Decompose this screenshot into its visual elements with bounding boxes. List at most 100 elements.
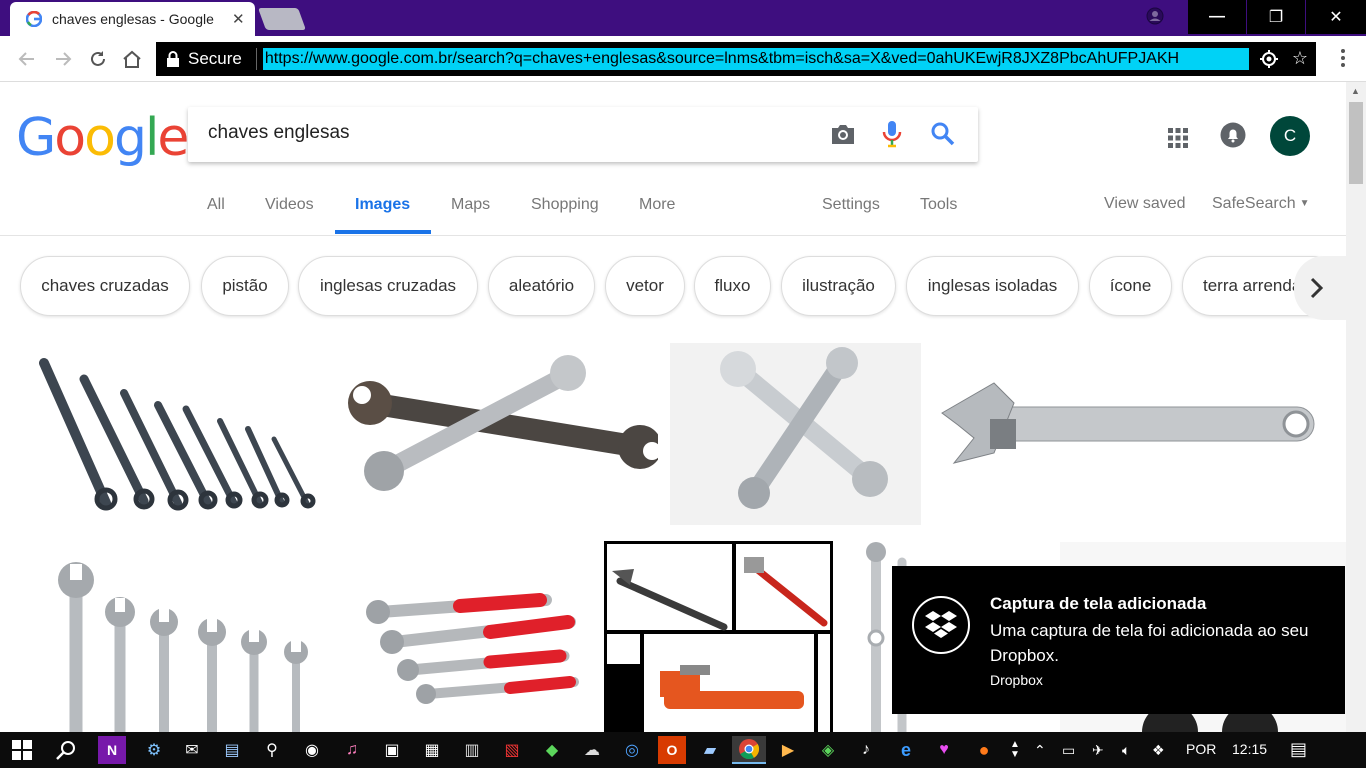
reload-button[interactable] bbox=[87, 48, 109, 70]
stack-app-icon[interactable]: ◆ bbox=[538, 736, 566, 764]
mail-icon[interactable]: ✉ bbox=[178, 736, 206, 764]
scroll-up-icon[interactable]: ▲ bbox=[1351, 86, 1360, 96]
minimize-button[interactable]: — bbox=[1188, 0, 1246, 34]
back-button[interactable] bbox=[16, 48, 38, 70]
battery-icon[interactable]: ▭ bbox=[1062, 742, 1075, 759]
layers-app-icon[interactable]: ◈ bbox=[814, 736, 842, 764]
microphone-icon[interactable] bbox=[882, 120, 902, 148]
home-button[interactable] bbox=[121, 48, 143, 70]
dropbox-tray-icon[interactable]: ❖ bbox=[1152, 742, 1165, 759]
chip[interactable]: fluxo bbox=[694, 256, 771, 316]
archive-app-icon[interactable]: ▥ bbox=[458, 736, 486, 764]
chip[interactable]: vetor bbox=[605, 256, 685, 316]
browser-titlebar: chaves englesas - Google ✕ — ❐ ✕ bbox=[0, 0, 1366, 36]
chip[interactable]: inglesas cruzadas bbox=[298, 256, 478, 316]
address-bar[interactable]: Secure https://www.google.com.br/search?… bbox=[156, 42, 1316, 76]
tab-shopping[interactable]: Shopping bbox=[531, 196, 599, 214]
chip[interactable]: ícone bbox=[1089, 256, 1172, 316]
taskbar-search-button[interactable] bbox=[52, 736, 80, 764]
forward-button[interactable] bbox=[52, 48, 74, 70]
tray-expand-icon[interactable]: ⌃ bbox=[1034, 742, 1046, 759]
tab-tools[interactable]: Tools bbox=[920, 196, 957, 214]
start-button[interactable] bbox=[8, 736, 36, 764]
url-text[interactable]: https://www.google.com.br/search?q=chave… bbox=[262, 48, 1249, 70]
new-tab-button[interactable] bbox=[257, 8, 307, 30]
logo-letter: o bbox=[84, 108, 116, 168]
tab-maps[interactable]: Maps bbox=[451, 196, 490, 214]
chip[interactable]: inglesas isoladas bbox=[906, 256, 1079, 316]
browser-menu-icon[interactable] bbox=[1340, 48, 1346, 68]
related-searches-bar: chaves cruzadas pistão inglesas cruzadas… bbox=[0, 236, 1346, 336]
image-result[interactable] bbox=[20, 343, 326, 525]
paint-app-icon[interactable]: ♥ bbox=[930, 736, 958, 764]
notifications-bell-icon[interactable] bbox=[1220, 122, 1246, 148]
action-center-icon[interactable]: ▤ bbox=[1290, 739, 1307, 760]
office-icon[interactable]: O bbox=[658, 736, 686, 764]
tab-images[interactable]: Images bbox=[355, 196, 410, 214]
google-apps-grid-icon[interactable] bbox=[1168, 128, 1188, 148]
pdf-app-icon[interactable]: ▧ bbox=[498, 736, 526, 764]
scrollbar-thumb[interactable] bbox=[1349, 102, 1363, 184]
dropbox-notification[interactable]: Captura de tela adicionada Uma captura d… bbox=[892, 566, 1345, 714]
search-icon[interactable] bbox=[930, 121, 956, 147]
onenote-icon[interactable]: N bbox=[98, 736, 126, 764]
bookmark-star-icon[interactable]: ☆ bbox=[1292, 48, 1308, 69]
cloud-app-icon[interactable]: ☁ bbox=[578, 736, 606, 764]
page-scrollbar[interactable]: ▲ bbox=[1346, 82, 1366, 732]
image-result[interactable] bbox=[670, 343, 921, 525]
airplane-mode-icon[interactable]: ✈ bbox=[1092, 742, 1104, 759]
image-result[interactable] bbox=[340, 343, 658, 525]
input-language[interactable]: POR bbox=[1186, 741, 1216, 757]
reload-icon bbox=[91, 51, 105, 66]
safesearch-dropdown[interactable]: SafeSearch ▼ bbox=[1212, 195, 1310, 213]
music-app-icon[interactable]: ♫ bbox=[338, 736, 366, 764]
tab-all[interactable]: All bbox=[207, 196, 225, 214]
photos-icon[interactable]: ▣ bbox=[378, 736, 406, 764]
account-avatar[interactable]: C bbox=[1270, 116, 1310, 156]
chip[interactable]: pistão bbox=[201, 256, 289, 316]
logo-letter: o bbox=[54, 108, 86, 168]
browser-profile-icon[interactable] bbox=[1146, 7, 1164, 25]
camera-icon[interactable] bbox=[830, 123, 856, 145]
chip[interactable]: chaves cruzadas bbox=[20, 256, 190, 316]
active-tab-indicator bbox=[335, 230, 431, 234]
chip[interactable]: ilustração bbox=[781, 256, 896, 316]
tab-close-icon[interactable]: ✕ bbox=[232, 10, 245, 28]
audio-app-icon[interactable]: ♪ bbox=[852, 736, 880, 764]
image-result[interactable] bbox=[934, 343, 1326, 525]
sync-app-icon[interactable]: ◎ bbox=[618, 736, 646, 764]
google-logo[interactable]: Google bbox=[16, 108, 189, 168]
document-app-icon[interactable]: ▤ bbox=[218, 736, 246, 764]
search-box[interactable]: chaves englesas bbox=[188, 107, 978, 162]
tab-settings[interactable]: Settings bbox=[822, 196, 880, 214]
image-result[interactable] bbox=[350, 542, 588, 732]
chips-next-button[interactable] bbox=[1294, 256, 1346, 320]
media-player-icon[interactable]: ▶ bbox=[774, 736, 802, 764]
taskbar-overflow-button[interactable]: ▲ ▼ bbox=[1004, 736, 1026, 764]
tab-more[interactable]: More bbox=[639, 196, 675, 214]
edge-icon[interactable]: e bbox=[892, 736, 920, 764]
chrome-taskbar-icon[interactable] bbox=[732, 736, 766, 764]
lock-icon bbox=[167, 51, 179, 67]
tab-videos[interactable]: Videos bbox=[265, 196, 314, 214]
pipe-wrench-collage-image bbox=[607, 544, 830, 732]
chip[interactable]: aleatório bbox=[488, 256, 595, 316]
video-editor-icon[interactable]: ▦ bbox=[418, 736, 446, 764]
image-result[interactable] bbox=[604, 541, 833, 732]
image-result[interactable] bbox=[20, 542, 336, 732]
book-app-icon[interactable]: ▰ bbox=[696, 736, 724, 764]
location-target-icon[interactable] bbox=[1260, 50, 1278, 68]
system-clock[interactable]: 12:15 bbox=[1232, 741, 1267, 757]
firefox-icon[interactable]: ● bbox=[970, 736, 998, 764]
search-app-icon[interactable]: ⚲ bbox=[258, 736, 286, 764]
browser-tab[interactable]: chaves englesas - Google ✕ bbox=[10, 2, 255, 36]
search-input[interactable]: chaves englesas bbox=[208, 122, 350, 144]
arrow-left-icon bbox=[18, 52, 34, 66]
close-window-button[interactable]: ✕ bbox=[1306, 0, 1366, 34]
google-header: Google chaves englesas C All Videos Imag… bbox=[0, 82, 1346, 236]
network-app-icon[interactable]: ⚙ bbox=[140, 736, 168, 764]
view-saved-link[interactable]: View saved bbox=[1104, 195, 1186, 213]
restore-button[interactable]: ❐ bbox=[1247, 0, 1305, 34]
volume-icon[interactable]: 🔈︎ bbox=[1122, 742, 1130, 759]
webcam-icon[interactable]: ◉ bbox=[298, 736, 326, 764]
